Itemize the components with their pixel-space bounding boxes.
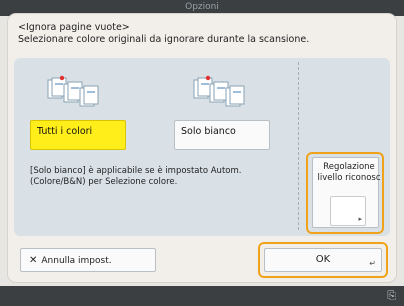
arrow-right-icon: ▸ bbox=[358, 215, 362, 223]
multi-doc-color-icon bbox=[47, 75, 99, 107]
dialog-title: <Ignora pagine vuote> bbox=[18, 22, 130, 33]
enter-icon: ↵ bbox=[369, 259, 376, 268]
info-note-line2: (Colore/B&N) per Selezione colore. bbox=[30, 177, 178, 187]
option-white-only-button[interactable]: Solo bianco bbox=[174, 120, 270, 150]
ok-label: OK bbox=[315, 254, 331, 265]
option-all-colors-label: Tutti i colori bbox=[37, 126, 93, 137]
option-white-only-label: Solo bianco bbox=[181, 126, 236, 137]
cancel-settings-button[interactable]: ✕ Annulla impost. bbox=[20, 248, 156, 272]
ok-button[interactable]: OK ↵ bbox=[264, 248, 382, 272]
info-note: [Solo bianco] è applicabile se è imposta… bbox=[30, 166, 290, 188]
adjust-label-line2: livello riconosc bbox=[317, 173, 381, 183]
panel-divider bbox=[298, 62, 299, 230]
adjust-label-line1: Regolazione bbox=[323, 162, 375, 172]
dialog-instruction: Selezionare colore originali da ignorare… bbox=[18, 34, 310, 45]
multi-doc-white-icon bbox=[193, 75, 245, 107]
option-all-colors-button[interactable]: Tutti i colori bbox=[30, 120, 126, 150]
adjust-level-subbutton[interactable]: ▸ bbox=[330, 196, 366, 226]
info-note-line1: [Solo bianco] è applicabile se è imposta… bbox=[30, 166, 242, 176]
window-title: Opzioni bbox=[185, 2, 219, 12]
bottom-bar: ⎘ bbox=[0, 286, 404, 306]
adjust-level-label: Regolazione livello riconosc bbox=[312, 162, 386, 184]
status-monitor-icon[interactable]: ⎘ bbox=[387, 289, 396, 303]
dialog-heading: <Ignora pagine vuote> Selezionare colore… bbox=[18, 22, 388, 46]
close-icon: ✕ bbox=[29, 255, 38, 266]
cancel-settings-label: Annulla impost. bbox=[41, 256, 112, 266]
